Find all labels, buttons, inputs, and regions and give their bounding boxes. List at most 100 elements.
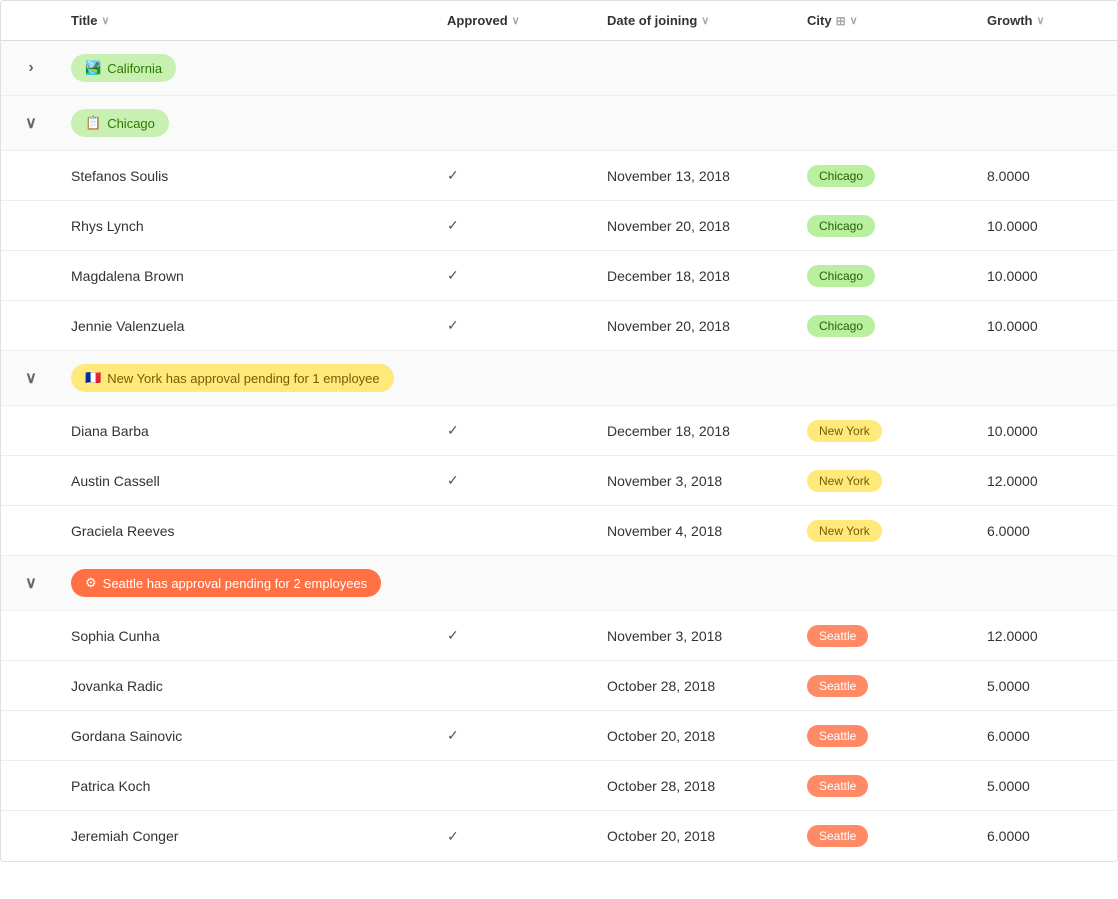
row-expand: [1, 624, 61, 648]
row-city: Chicago: [797, 253, 977, 299]
row-city: Seattle: [797, 663, 977, 709]
row-growth: 10.0000: [977, 411, 1117, 451]
row-approved: [437, 674, 597, 698]
approved-sort-icon[interactable]: ∨: [512, 14, 520, 27]
row-date: November 3, 2018: [597, 616, 797, 656]
row-approved: ✓: [437, 155, 597, 196]
th-date[interactable]: Date of joining ∨: [597, 1, 797, 40]
th-growth[interactable]: Growth ∨: [977, 1, 1117, 40]
row-name: Jeremiah Conger: [61, 816, 437, 856]
group-california: › 🏞️ California: [1, 41, 1117, 96]
seattle-tag-label: Seattle has approval pending for 2 emplo…: [103, 576, 368, 591]
newyork-tag: 🇫🇷 New York has approval pending for 1 e…: [71, 364, 394, 392]
th-city[interactable]: City ⊞ ∨: [797, 1, 977, 40]
city-badge: Chicago: [807, 165, 875, 187]
check-icon: ✓: [447, 167, 459, 184]
city-badge: New York: [807, 520, 882, 542]
th-approved[interactable]: Approved ∨: [437, 1, 597, 40]
row-date: December 18, 2018: [597, 411, 797, 451]
row-approved: ✓: [437, 305, 597, 346]
row-city: Seattle: [797, 763, 977, 809]
table-row: Magdalena Brown ✓ December 18, 2018 Chic…: [1, 251, 1117, 301]
row-city: Chicago: [797, 303, 977, 349]
row-approved: ✓: [437, 205, 597, 246]
row-date: October 28, 2018: [597, 766, 797, 806]
california-tag: 🏞️ California: [71, 54, 176, 82]
table-row: Jennie Valenzuela ✓ November 20, 2018 Ch…: [1, 301, 1117, 351]
row-growth: 5.0000: [977, 666, 1117, 706]
row-city: Seattle: [797, 813, 977, 859]
check-icon: ✓: [447, 422, 459, 439]
row-growth: 10.0000: [977, 306, 1117, 346]
table-row: Jovanka Radic October 28, 2018 Seattle 5…: [1, 661, 1117, 711]
chevron-down-icon[interactable]: ∨: [25, 368, 37, 388]
row-approved: ✓: [437, 615, 597, 656]
row-date: November 13, 2018: [597, 156, 797, 196]
city-badge: Seattle: [807, 825, 868, 847]
california-tag-label: California: [107, 61, 162, 76]
row-approved: ✓: [437, 816, 597, 857]
row-name: Magdalena Brown: [61, 256, 437, 296]
seattle-expand[interactable]: ∨: [1, 563, 61, 603]
table-row: Jeremiah Conger ✓ October 20, 2018 Seatt…: [1, 811, 1117, 861]
row-date: December 18, 2018: [597, 256, 797, 296]
chicago-tag-label: Chicago: [107, 116, 155, 131]
row-growth: 6.0000: [977, 511, 1117, 551]
row-growth: 6.0000: [977, 816, 1117, 856]
row-name: Gordana Sainovic: [61, 716, 437, 756]
row-date: October 20, 2018: [597, 716, 797, 756]
row-date: November 20, 2018: [597, 306, 797, 346]
california-label-cell: 🏞️ California: [61, 44, 1117, 92]
newyork-flag-icon: 🇫🇷: [85, 370, 101, 386]
group-chicago: ∨ 📋 Chicago: [1, 96, 1117, 151]
row-city: New York: [797, 408, 977, 454]
city-badge: Seattle: [807, 625, 868, 647]
seattle-label-cell: ⚙ Seattle has approval pending for 2 emp…: [61, 559, 1117, 607]
row-city: Seattle: [797, 613, 977, 659]
city-label: City: [807, 13, 832, 28]
title-label: Title: [71, 13, 98, 28]
row-expand: [1, 264, 61, 288]
chevron-down-icon[interactable]: ∨: [25, 113, 37, 133]
row-name: Patrica Koch: [61, 766, 437, 806]
row-expand: [1, 674, 61, 698]
row-date: October 20, 2018: [597, 816, 797, 856]
row-city: New York: [797, 458, 977, 504]
growth-sort-icon[interactable]: ∨: [1037, 14, 1045, 27]
title-sort-icon[interactable]: ∨: [102, 14, 110, 27]
california-expand[interactable]: ›: [1, 49, 61, 87]
date-sort-icon[interactable]: ∨: [701, 14, 709, 27]
city-badge: Seattle: [807, 675, 868, 697]
row-expand: [1, 824, 61, 848]
california-flag-icon: 🏞️: [85, 60, 101, 76]
chevron-down-icon[interactable]: ∨: [25, 573, 37, 593]
row-expand: [1, 419, 61, 443]
chicago-expand[interactable]: ∨: [1, 103, 61, 143]
chevron-right-icon[interactable]: ›: [28, 59, 33, 77]
newyork-label-cell: 🇫🇷 New York has approval pending for 1 e…: [61, 354, 1117, 402]
row-city: Chicago: [797, 153, 977, 199]
row-expand: [1, 774, 61, 798]
row-growth: 8.0000: [977, 156, 1117, 196]
table-row: Sophia Cunha ✓ November 3, 2018 Seattle …: [1, 611, 1117, 661]
row-date: November 20, 2018: [597, 206, 797, 246]
check-icon: ✓: [447, 472, 459, 489]
row-growth: 12.0000: [977, 461, 1117, 501]
th-title[interactable]: Title ∨: [61, 1, 437, 40]
city-filter-icon[interactable]: ⊞: [836, 14, 846, 28]
group-seattle: ∨ ⚙ Seattle has approval pending for 2 e…: [1, 556, 1117, 611]
table-row: Austin Cassell ✓ November 3, 2018 New Yo…: [1, 456, 1117, 506]
newyork-tag-label: New York has approval pending for 1 empl…: [107, 371, 379, 386]
chicago-label-cell: 📋 Chicago: [61, 99, 1117, 147]
date-label: Date of joining: [607, 13, 697, 28]
group-newyork: ∨ 🇫🇷 New York has approval pending for 1…: [1, 351, 1117, 406]
check-icon: ✓: [447, 627, 459, 644]
row-expand: [1, 314, 61, 338]
row-date: October 28, 2018: [597, 666, 797, 706]
row-approved: ✓: [437, 410, 597, 451]
row-name: Stefanos Soulis: [61, 156, 437, 196]
city-sort-icon[interactable]: ∨: [850, 14, 858, 27]
seattle-tag: ⚙ Seattle has approval pending for 2 emp…: [71, 569, 381, 597]
newyork-expand[interactable]: ∨: [1, 358, 61, 398]
seattle-flag-icon: ⚙: [85, 575, 97, 591]
